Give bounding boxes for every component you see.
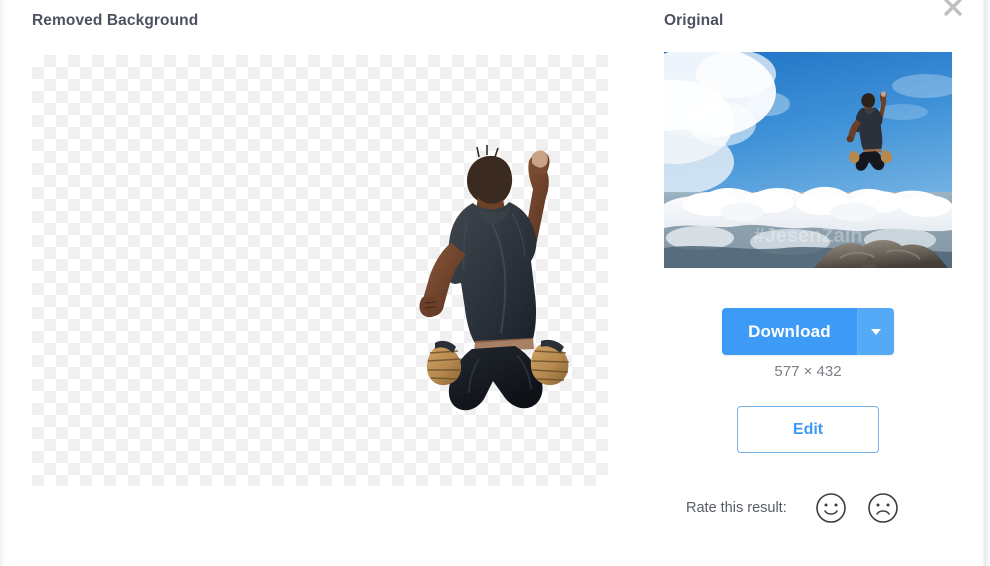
image-dimensions-label: 577 × 432 xyxy=(774,363,842,380)
download-button-group[interactable]: Download xyxy=(722,308,894,355)
chevron-down-icon xyxy=(871,328,881,335)
download-button[interactable]: Download xyxy=(722,308,857,355)
rate-this-result-label: Rate this result: xyxy=(686,500,787,516)
watermark-text: #JesenZain xyxy=(754,225,863,247)
smiley-happy-icon[interactable] xyxy=(815,492,847,524)
result-modal: Removed Background Original #JesenZain D… xyxy=(0,0,990,566)
transparent-result-canvas[interactable] xyxy=(32,55,608,486)
subject-cutout-image xyxy=(417,93,592,418)
original-image-thumbnail[interactable]: #JesenZain xyxy=(664,52,952,268)
close-x-icon[interactable] xyxy=(936,0,970,24)
removed-background-panel: Removed Background xyxy=(0,0,640,566)
original-title: Original xyxy=(664,12,724,29)
download-options-dropdown[interactable] xyxy=(857,308,894,355)
edit-button[interactable]: Edit xyxy=(737,406,879,453)
removed-background-title: Removed Background xyxy=(32,12,199,29)
smiley-sad-icon[interactable] xyxy=(867,492,899,524)
rating-section: Rate this result: xyxy=(686,492,899,524)
